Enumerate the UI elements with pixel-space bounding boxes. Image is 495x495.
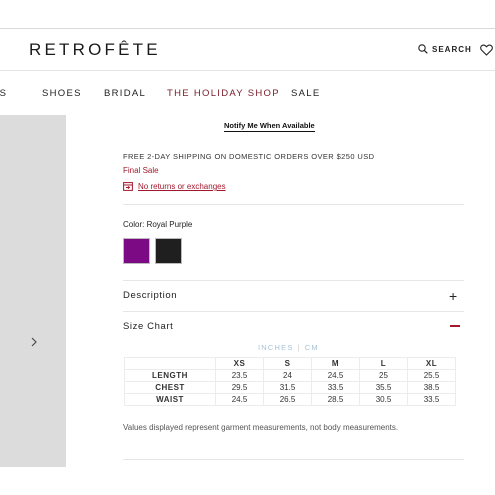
product-image[interactable] (0, 115, 66, 467)
table-row: LENGTH 23.5 24 24.5 25 25.5 (124, 369, 456, 382)
table-cell: 31.5 (263, 381, 312, 394)
returns-info[interactable]: No returns or exchanges (123, 182, 226, 191)
size-chart-note: Values displayed represent garment measu… (123, 423, 399, 432)
row-header: LENGTH (124, 369, 216, 382)
no-returns-icon (123, 182, 133, 191)
table-cell: 30.5 (359, 393, 408, 406)
divider (123, 280, 464, 281)
unit-cm[interactable]: CM (305, 343, 319, 352)
expand-plus-icon[interactable]: + (449, 289, 457, 303)
color-label-text: Color: (123, 220, 145, 229)
swatch-royal-purple[interactable] (123, 238, 150, 264)
shipping-info: FREE 2-DAY SHIPPING ON DOMESTIC ORDERS O… (123, 152, 375, 161)
selected-color-name: Royal Purple (146, 220, 193, 229)
nav-item-shoes[interactable]: SHOES (42, 88, 82, 99)
site-logo[interactable]: RETROFÊTE (29, 40, 161, 60)
top-divider (0, 28, 495, 29)
table-row: CHEST 29.5 31.5 33.5 35.5 38.5 (124, 381, 456, 394)
search-icon (418, 44, 428, 54)
column-header: L (359, 357, 408, 370)
table-cell: 24.5 (215, 393, 264, 406)
size-chart-table: XS S M L XL LENGTH 23.5 24 24.5 25 25.5 … (124, 357, 456, 406)
table-cell: 26.5 (263, 393, 312, 406)
table-cell: 25.5 (407, 369, 456, 382)
table-cell: 29.5 (215, 381, 264, 394)
search-label: SEARCH (432, 44, 472, 54)
size-chart-toggle[interactable]: Size Chart (123, 321, 173, 332)
chevron-right-icon (31, 337, 37, 347)
column-header: XS (215, 357, 264, 370)
next-image-button[interactable] (30, 335, 38, 353)
heart-icon (480, 44, 493, 56)
corner-cell (124, 357, 216, 370)
table-cell: 33.5 (407, 393, 456, 406)
no-returns-link[interactable]: No returns or exchanges (138, 182, 226, 191)
nav-item-bridal[interactable]: BRIDAL (104, 88, 146, 99)
divider (123, 204, 464, 205)
color-label: Color: Royal Purple (123, 220, 192, 229)
nav-item-partial[interactable]: ES (0, 88, 7, 99)
divider (123, 459, 464, 460)
table-cell: 28.5 (311, 393, 360, 406)
search-button[interactable]: SEARCH (418, 44, 472, 54)
wishlist-button[interactable] (480, 43, 493, 61)
nav-item-sale[interactable]: SALE (291, 88, 321, 99)
column-header: M (311, 357, 360, 370)
table-cell: 33.5 (311, 381, 360, 394)
divider (123, 311, 464, 312)
table-cell: 24.5 (311, 369, 360, 382)
unit-separator: | (297, 343, 301, 352)
table-cell: 23.5 (215, 369, 264, 382)
description-toggle[interactable]: Description (123, 290, 177, 301)
table-cell: 24 (263, 369, 312, 382)
table-row: WAIST 24.5 26.5 28.5 30.5 33.5 (124, 393, 456, 406)
final-sale-label: Final Sale (123, 166, 159, 175)
unit-inches[interactable]: INCHES (258, 343, 294, 352)
swatch-black[interactable] (155, 238, 182, 264)
column-header: XL (407, 357, 456, 370)
table-cell: 35.5 (359, 381, 408, 394)
collapse-minus-icon[interactable] (450, 325, 460, 327)
table-header-row: XS S M L XL (124, 357, 456, 370)
row-header: CHEST (124, 381, 216, 394)
nav-item-holiday-shop[interactable]: THE HOLIDAY SHOP (167, 88, 280, 99)
header-divider (0, 70, 495, 71)
table-cell: 38.5 (407, 381, 456, 394)
row-header: WAIST (124, 393, 216, 406)
notify-me-link[interactable]: Notify Me When Available (224, 121, 315, 132)
table-cell: 25 (359, 369, 408, 382)
unit-toggle: INCHES | CM (258, 343, 319, 352)
column-header: S (263, 357, 312, 370)
